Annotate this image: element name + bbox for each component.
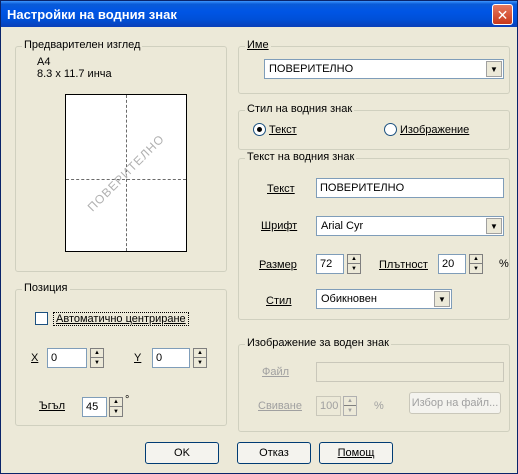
spin-up-icon[interactable]: ▲ [110,398,122,407]
style-image-radio[interactable] [384,123,397,136]
watermark-settings-dialog: Настройки на водния знак ✕ Предварителен… [0,0,518,474]
title-bar[interactable]: Настройки на водния знак ✕ [1,1,517,27]
name-legend: Име [245,39,271,51]
size-input[interactable]: 72 [316,254,344,274]
style-label: Стил [266,295,292,307]
density-spinner[interactable]: ▲ ▼ [469,254,483,274]
auto-center-checkbox[interactable] [35,312,48,325]
file-label: Файл [262,366,290,378]
spin-down-icon[interactable]: ▼ [110,407,122,416]
preview-legend: Предварителен изглед [22,39,143,51]
position-legend: Позиция [22,282,70,294]
scale-label: Свиване [258,400,302,412]
spin-up-icon[interactable]: ▲ [91,349,103,358]
font-label: Шрифт [261,220,298,232]
paper-dimensions-label: 8.3 x 11.7 инча [37,68,112,80]
y-spinner[interactable]: ▲ ▼ [193,348,207,368]
angle-unit: ° [125,394,130,406]
style-text-radio[interactable] [253,123,266,136]
spin-up-icon[interactable]: ▲ [348,255,360,264]
angle-label: Ъгъл [39,400,66,412]
image-watermark-legend: Изображение за воден знак [245,337,391,349]
angle-input[interactable]: 45 [82,397,107,417]
size-label: Размер [259,259,297,271]
x-spinner[interactable]: ▲ ▼ [90,348,104,368]
window-title: Настройки на водния знак [7,6,177,22]
watermark-name-select[interactable]: ПОВЕРИТЕЛНО ▼ [264,59,504,79]
scale-percent: % [374,400,384,412]
x-input[interactable]: 0 [47,348,87,368]
file-input[interactable] [316,362,504,382]
density-percent: % [499,258,509,270]
angle-spinner[interactable]: ▲ ▼ [109,397,123,417]
browse-file-button[interactable]: Избор на файл... [409,392,501,414]
watermark-text-input[interactable]: ПОВЕРИТЕЛНО [316,178,504,198]
watermark-text-legend: Текст на водния знак [245,151,357,163]
chevron-down-icon[interactable]: ▼ [486,218,502,234]
density-input[interactable]: 20 [438,254,466,274]
style-image-label[interactable]: Изображение [400,124,469,136]
y-label: Y [134,352,142,364]
spin-down-icon[interactable]: ▼ [91,358,103,367]
spin-down-icon[interactable]: ▼ [344,406,356,415]
image-watermark-group: Изображение за воден знак [238,337,510,432]
font-select[interactable]: Arial Cyr ▼ [316,216,504,236]
chevron-down-icon[interactable]: ▼ [434,291,450,307]
spin-up-icon[interactable]: ▲ [194,349,206,358]
scale-input[interactable]: 100 [316,396,341,416]
spin-down-icon[interactable]: ▼ [470,264,482,273]
paper-size-label: A4 [37,56,51,68]
size-spinner[interactable]: ▲ ▼ [347,254,361,274]
density-label: Плътност [379,259,428,271]
y-input[interactable]: 0 [152,348,190,368]
spin-down-icon[interactable]: ▼ [348,264,360,273]
x-label: X [31,352,39,364]
cancel-button[interactable]: Отказ [237,442,311,464]
text-label: Текст [267,183,295,195]
style-text-label[interactable]: Текст [269,124,297,136]
chevron-down-icon[interactable]: ▼ [486,61,502,77]
auto-center-label[interactable]: Автоматично центриране [53,312,189,326]
font-style-select[interactable]: Обикновен ▼ [316,289,452,309]
close-icon: ✕ [496,6,509,23]
help-button[interactable]: Помощ [319,442,393,464]
spin-up-icon[interactable]: ▲ [470,255,482,264]
close-button[interactable]: ✕ [492,4,513,25]
spin-up-icon[interactable]: ▲ [344,397,356,406]
watermark-style-legend: Стил на водния знак [245,103,355,115]
scale-spinner[interactable]: ▲ ▼ [343,396,357,416]
ok-button[interactable]: OK [145,442,219,464]
preview-page: ПОВЕРИТЕЛНО [65,94,187,252]
spin-down-icon[interactable]: ▼ [194,358,206,367]
